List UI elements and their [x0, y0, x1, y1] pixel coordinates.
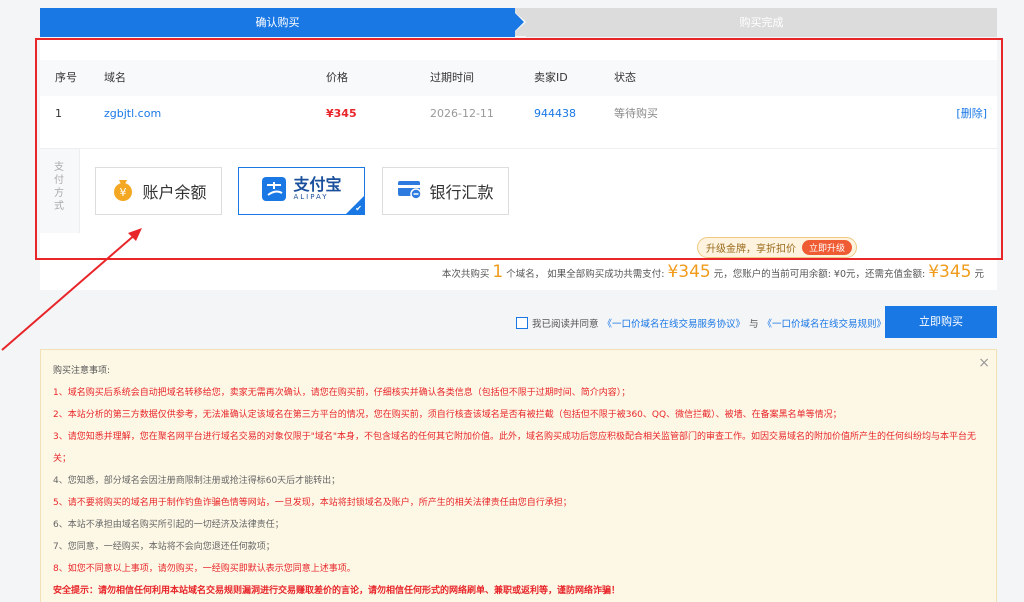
notice-item-6: 6、本站不承担由域名购买所引起的一切经济及法律责任；	[53, 520, 284, 530]
payment-label-column: 支付方式	[40, 149, 80, 233]
summary-mid1: 个域名， 如果全部购买成功共需支付:	[506, 269, 665, 280]
table-header: 序号 域名 价格 过期时间 卖家ID 状态	[40, 60, 997, 96]
pay-option-bank-label: 银行汇款	[429, 183, 494, 202]
notice-item-7: 7、您同意，一经购买，本站将不会向您退还任何款项；	[53, 542, 275, 552]
purchase-notice: × 购买注意事项: 1、域名购买后系统会自动把域名转移给您，卖家无需再次确认，请…	[40, 349, 997, 602]
service-agreement-link[interactable]: 《一口价域名在线交易服务协议》	[603, 316, 746, 330]
check-icon: ✔	[355, 204, 362, 213]
summary-count: 1	[492, 262, 504, 282]
notice-item-4: 4、您知悉，部分域名会因注册商限制注册或抢注得标60天后才能转出；	[53, 476, 341, 486]
summary-prefix: 本次共购买	[441, 269, 490, 280]
alipay-label: 支付宝	[293, 175, 342, 194]
agree-and: 与	[749, 319, 759, 330]
agreement: 我已阅读并同意 《一口价域名在线交易服务协议》 与 《一口价域名在线交易规则》	[516, 316, 886, 330]
step-arrow	[510, 8, 524, 36]
progress-steps: 购买完成 确认购买	[40, 8, 997, 37]
notice-item-5: 5、请不要将购买的域名用于制作钓鱼诈骗色情等网站，一旦发现，本站将封锁域名及账户…	[53, 498, 572, 508]
payment-label: 支付方式	[54, 162, 64, 212]
agree-checkbox[interactable]	[516, 317, 528, 329]
col-index: 序号	[55, 71, 77, 84]
row-expire: 2026-12-11	[430, 107, 494, 120]
pay-option-bank[interactable]: 银行汇款	[382, 167, 509, 215]
pay-option-balance[interactable]: ¥ 账户余额	[95, 167, 222, 215]
seller-link[interactable]: 944438	[534, 96, 576, 132]
summary-suffix: 元	[974, 269, 984, 280]
col-domain: 域名	[104, 71, 126, 84]
row-index: 1	[55, 107, 62, 120]
security-warning: 安全提示：请勿相信任何利用本站域名交易规则漏洞进行交易赚取差价的言论，请勿相信任…	[53, 586, 621, 596]
col-status: 状态	[614, 71, 636, 84]
pay-option-balance-label: 账户余额	[142, 183, 207, 202]
notice-item-1: 1、域名购买后系统会自动把域名转移给您，卖家无需再次确认，请您在购买前，仔细核实…	[53, 388, 631, 398]
summary-total: ¥345	[667, 262, 711, 282]
agree-prefix: 我已阅读并同意	[532, 319, 599, 330]
notice-item-3: 3、请您知悉并理解，您在聚名网平台进行域名交易的对象仅限于"域名"本身，不包含域…	[53, 432, 977, 464]
svg-text:¥: ¥	[120, 186, 127, 199]
notice-title: 购买注意事项:	[53, 366, 111, 376]
summary-recharge: ¥345	[928, 262, 972, 282]
domain-link[interactable]: zgbjtl.com	[104, 96, 161, 132]
delete-link[interactable]: [删除]	[956, 96, 987, 132]
upgrade-text: 升级金牌，享折扣价	[706, 244, 796, 255]
alipay-icon	[261, 176, 287, 206]
row-price: ¥345	[326, 107, 357, 120]
pay-option-alipay[interactable]: 支付宝 ALIPAY ✔	[238, 167, 365, 215]
col-expire: 过期时间	[430, 71, 474, 84]
notice-item-8: 8、如您不同意以上事项，请勿购买，一经购买即默认表示您同意上述事项。	[53, 564, 356, 574]
step-confirm: 确认购买	[40, 8, 515, 37]
upgrade-banner: 升级金牌，享折扣价 立即升级	[697, 237, 858, 258]
col-seller: 卖家ID	[534, 71, 568, 84]
col-price: 价格	[326, 71, 348, 84]
trade-rules-link[interactable]: 《一口价域名在线交易规则》	[763, 316, 887, 330]
notice-item-2: 2、本站分析的第三方数据仅供参考，无法准确认定该域名在第三方平台的情况，您在购买…	[53, 410, 842, 420]
buy-now-button[interactable]: 立即购买	[885, 306, 997, 338]
purchase-summary: 本次共购买 1 个域名， 如果全部购买成功共需支付: ¥345 元，您账户的当前…	[442, 262, 984, 282]
alipay-sub: ALIPAY	[293, 193, 329, 201]
summary-mid2: 元，您账户的当前可用余额: ¥0元，还需充值金额:	[713, 269, 926, 280]
table-row: 1 zgbjtl.com ¥345 2026-12-11 944438 等待购买…	[40, 96, 997, 132]
payment-methods: 支付方式 ¥ 账户余额 支付宝 ALIPAY ✔ 银行汇款	[40, 148, 997, 233]
row-status: 等待购买	[614, 107, 658, 120]
bank-card-icon	[397, 178, 423, 204]
upgrade-button[interactable]: 立即升级	[802, 240, 853, 255]
close-icon[interactable]: ×	[978, 352, 990, 374]
wallet-icon: ¥	[110, 176, 136, 206]
purchase-page: 购买完成 确认购买 序号 域名 价格 过期时间 卖家ID 状态 1 zgbjtl…	[0, 0, 1024, 602]
step-complete: 购买完成	[526, 8, 997, 37]
